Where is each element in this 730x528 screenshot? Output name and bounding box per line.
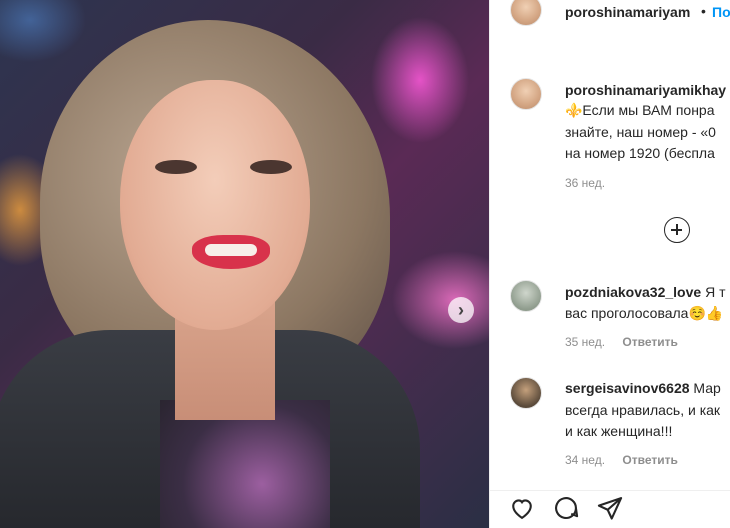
photo-face <box>120 80 310 330</box>
photo-eye-right <box>250 160 292 174</box>
plus-circle-icon[interactable] <box>664 217 690 243</box>
post-photo[interactable]: › <box>0 0 489 528</box>
caption-avatar[interactable] <box>510 78 542 110</box>
comment-time[interactable]: 34 нед. <box>565 453 605 467</box>
caption-time[interactable]: 36 нед. <box>565 176 605 190</box>
comment-text-line-2: вас проголосовала☺️👍 <box>565 305 724 321</box>
author-username[interactable]: poroshinamariyam <box>565 4 690 20</box>
reply-button[interactable]: Ответить <box>622 453 677 467</box>
comment-avatar[interactable] <box>510 280 542 312</box>
photo-eye-left <box>155 160 197 174</box>
comment-text-line-2: всегда нравилась, и как <box>565 402 721 418</box>
comment-username[interactable]: sergeisavinov6628 <box>565 380 690 396</box>
comment-time[interactable]: 35 нед. <box>565 335 605 349</box>
caption-line-2: знайте, наш номер - «0 <box>565 124 716 140</box>
author-avatar[interactable] <box>510 0 542 26</box>
comment-text: Я т <box>705 284 726 300</box>
caption-line-3: на номер 1920 (беспла <box>565 145 715 161</box>
post-side-panel: poroshinamariyam • По poroshinamariyamik… <box>489 0 730 528</box>
separator-dot: • <box>701 3 706 19</box>
heart-icon[interactable] <box>508 494 536 522</box>
action-bar <box>490 490 730 528</box>
comment-text-line-3: и как женщина!!! <box>565 423 673 439</box>
comment-icon[interactable] <box>552 494 580 522</box>
post-header: poroshinamariyam • По <box>490 0 730 26</box>
chevron-right-icon[interactable]: › <box>448 297 474 323</box>
reply-button[interactable]: Ответить <box>622 335 677 349</box>
comment-avatar[interactable] <box>510 377 542 409</box>
comment-text: Мар <box>693 380 721 396</box>
photo-teeth <box>205 244 257 256</box>
caption-line-1: ⚜️Если мы ВАМ понра <box>565 102 715 118</box>
send-icon[interactable] <box>596 494 624 522</box>
caption-username[interactable]: poroshinamariyamikhay <box>565 82 726 98</box>
comment-username[interactable]: pozdniakova32_love <box>565 284 701 300</box>
follow-button[interactable]: По <box>712 4 730 20</box>
